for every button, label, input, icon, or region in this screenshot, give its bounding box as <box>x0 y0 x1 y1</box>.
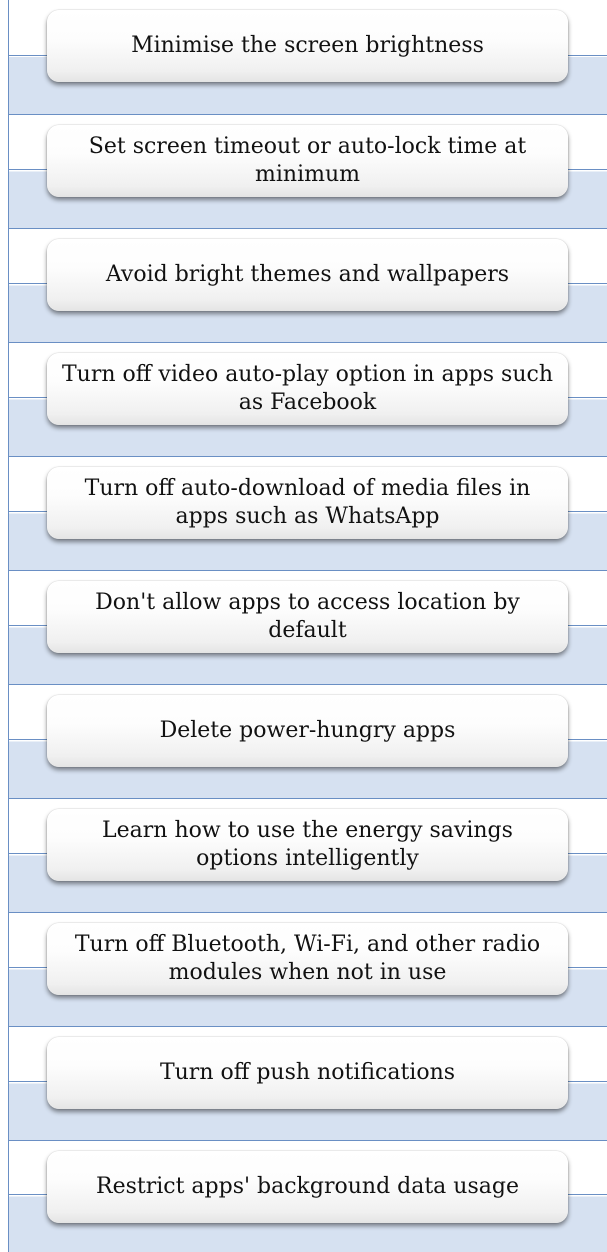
step-label: Don't allow apps to access location by d… <box>95 590 520 643</box>
step-label: Learn how to use the energy savings opti… <box>102 818 513 871</box>
step-card: Turn off push notifications <box>47 1037 568 1109</box>
step-card: Set screen timeout or auto-lock time at … <box>47 125 568 197</box>
step-row: Restrict apps' background data usage <box>9 1140 607 1252</box>
step-row: Minimise the screen brightness <box>9 0 607 114</box>
step-card: Turn off auto-download of media files in… <box>47 467 568 539</box>
step-label: Avoid bright themes and wallpapers <box>105 262 510 287</box>
step-card: Learn how to use the energy savings opti… <box>47 809 568 881</box>
step-card: Turn off Bluetooth, Wi-Fi, and other rad… <box>47 923 568 995</box>
step-label: Turn off auto-download of media files in… <box>84 476 531 529</box>
step-row: Turn off auto-download of media files in… <box>9 456 607 570</box>
step-card: Minimise the screen brightness <box>47 10 568 82</box>
step-row: Avoid bright themes and wallpapers <box>9 228 607 342</box>
step-label: Set screen timeout or auto-lock time at … <box>88 134 527 187</box>
step-row: Set screen timeout or auto-lock time at … <box>9 114 607 228</box>
step-row: Don't allow apps to access location by d… <box>9 570 607 684</box>
step-label: Turn off video auto-play option in apps … <box>62 362 553 415</box>
step-card: Turn off video auto-play option in apps … <box>47 353 568 425</box>
step-label: Turn off push notifications <box>159 1060 456 1085</box>
step-card: Delete power-hungry apps <box>47 695 568 767</box>
step-label: Restrict apps' background data usage <box>96 1174 519 1199</box>
step-row: Turn off video auto-play option in apps … <box>9 342 607 456</box>
step-row: Turn off push notifications <box>9 1026 607 1140</box>
step-row: Delete power-hungry apps <box>9 684 607 798</box>
step-label: Minimise the screen brightness <box>131 33 484 58</box>
step-label: Turn off Bluetooth, Wi-Fi, and other rad… <box>74 932 541 985</box>
battery-tips-diagram: Minimise the screen brightness Set scree… <box>0 0 607 1252</box>
step-row: Turn off Bluetooth, Wi-Fi, and other rad… <box>9 912 607 1026</box>
step-row: Learn how to use the energy savings opti… <box>9 798 607 912</box>
step-label: Delete power-hungry apps <box>159 718 456 743</box>
step-card: Avoid bright themes and wallpapers <box>47 239 568 311</box>
step-card: Restrict apps' background data usage <box>47 1151 568 1223</box>
step-card: Don't allow apps to access location by d… <box>47 581 568 653</box>
